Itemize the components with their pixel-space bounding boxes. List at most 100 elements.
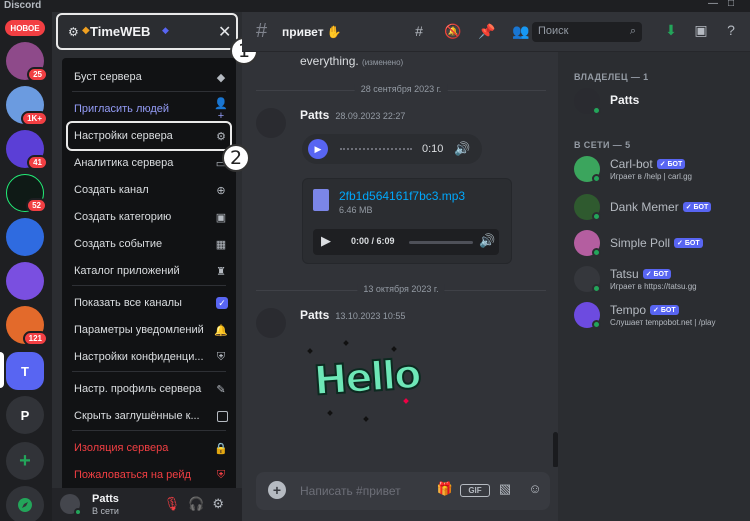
- unread-count: 25: [27, 67, 48, 82]
- message-input[interactable]: Написать #привет: [300, 484, 401, 498]
- server-icon[interactable]: 41: [6, 130, 48, 170]
- menu-item-edit-profile[interactable]: Настр. профиль сервера ✎: [74, 378, 228, 400]
- mute-bell-icon[interactable]: 🔕: [436, 23, 470, 40]
- highlight-server-settings: [66, 121, 232, 151]
- menu-item-create-category[interactable]: Создать категорию ▣: [74, 206, 228, 228]
- menu-item-privacy[interactable]: Настройки конфиденци... ⛨: [74, 346, 228, 368]
- sticker-icon[interactable]: ▧: [490, 481, 520, 497]
- member-item[interactable]: Carl-bot ✓ БОТ Играет в /help | carl.gg: [574, 154, 750, 184]
- date-divider: 28 сентября 2023 г.: [256, 84, 546, 96]
- online-status-icon: [74, 508, 82, 516]
- play-icon[interactable]: ▶: [321, 233, 331, 249]
- menu-divider: [72, 430, 226, 431]
- menu-item-label: Буст сервера: [74, 71, 142, 83]
- menu-item-lockdown[interactable]: Изоляция сервера 🔒: [74, 437, 228, 459]
- plus-icon: +: [19, 449, 31, 472]
- server-icon[interactable]: 1K+: [6, 86, 48, 126]
- user-name: Patts: [92, 493, 119, 505]
- menu-item-hide-muted[interactable]: Скрыть заглушённые к...: [74, 405, 228, 427]
- author-name[interactable]: Patts: [300, 308, 329, 322]
- checkbox-checked-icon[interactable]: ✓: [216, 297, 228, 309]
- member-item[interactable]: Dank Memer ✓ БОТ: [574, 192, 750, 222]
- menu-item-label: Показать все каналы: [74, 297, 182, 309]
- server-icon-timeweb[interactable]: T: [6, 352, 44, 390]
- add-user-icon: 👤+: [214, 97, 228, 122]
- inbox-icon[interactable]: ▣: [686, 22, 716, 39]
- online-status-icon: [592, 212, 601, 221]
- menu-item-notifications[interactable]: Параметры уведомлений 🔔: [74, 319, 228, 341]
- menu-item-label: Аналитика сервера: [74, 157, 174, 169]
- play-button[interactable]: ▶: [308, 139, 328, 159]
- threads-icon[interactable]: #: [402, 23, 436, 39]
- online-status-icon: [592, 284, 601, 293]
- menu-item-create-event[interactable]: Создать событие ▦: [74, 233, 228, 255]
- header-icons-right: ⬇ ▣?: [656, 22, 746, 39]
- pin-icon[interactable]: 📌: [470, 23, 504, 40]
- menu-item-app-directory[interactable]: Каталог приложений ♜: [74, 260, 228, 282]
- menu-item-invite[interactable]: Пригласить людей 👤+: [74, 97, 228, 122]
- message-content: everything. (изменено): [300, 54, 403, 68]
- volume-icon[interactable]: 🔊: [454, 141, 470, 157]
- server-icon[interactable]: [6, 262, 44, 300]
- menu-item-label: Создать событие: [74, 238, 163, 250]
- avatar[interactable]: [256, 108, 286, 138]
- owner-section-header: ВЛАДЕЛЕЦ — 1: [574, 72, 649, 82]
- hello-sticker[interactable]: Hello: [304, 337, 422, 427]
- search-input[interactable]: Поиск ⌕: [532, 22, 642, 42]
- gif-button[interactable]: GIF: [460, 481, 490, 497]
- sticker-sparkle: [343, 340, 349, 346]
- menu-item-boost[interactable]: Буст сервера ◆: [74, 66, 228, 88]
- add-circle-icon: ⊕: [216, 184, 226, 197]
- server-icon[interactable]: 52: [6, 174, 47, 213]
- menu-item-label: Создать категорию: [74, 211, 172, 223]
- search-placeholder: Поиск: [538, 25, 569, 37]
- menu-item-show-all-channels[interactable]: Показать все каналы ✓: [74, 292, 228, 314]
- server-icon[interactable]: 121: [6, 306, 48, 346]
- menu-item-report-raid[interactable]: Пожаловаться на рейд ⛨: [74, 464, 228, 486]
- server-icon[interactable]: 25: [6, 42, 48, 82]
- server-icon[interactable]: P: [6, 396, 44, 434]
- window-controls[interactable]: —□: [708, 0, 744, 9]
- member-item-owner[interactable]: Patts: [574, 86, 750, 116]
- date-label: 13 октября 2023 г.: [357, 284, 445, 294]
- emoji-icon[interactable]: ☺: [520, 481, 550, 496]
- explore-button[interactable]: [6, 486, 44, 521]
- member-item[interactable]: Tatsu ✓ БОТ Играет в https://tatsu.gg: [574, 264, 750, 294]
- pencil-icon: ✎: [216, 383, 226, 396]
- selected-indicator: [0, 352, 4, 388]
- menu-item-analytics[interactable]: Аналитика сервера ▭: [74, 152, 228, 174]
- gear-icon[interactable]: ⚙: [212, 496, 232, 511]
- add-attachment-button[interactable]: +: [268, 481, 286, 499]
- gif-label: GIF: [460, 484, 490, 497]
- timestamp: 28.09.2023 22:27: [335, 111, 406, 121]
- download-icon[interactable]: ⬇: [656, 22, 686, 39]
- menu-item-label: Настройки конфиденци...: [74, 351, 204, 363]
- message-composer: + Написать #привет 🎁 GIF ▧ ☺: [256, 472, 550, 510]
- menu-item-create-channel[interactable]: Создать канал ⊕: [74, 179, 228, 201]
- user-panel: Patts В сети 🎙🎧⚙: [52, 488, 242, 521]
- message-header: Patts 13.10.2023 10:55: [300, 308, 405, 322]
- help-icon[interactable]: ?: [716, 22, 746, 38]
- server-icon[interactable]: [6, 218, 44, 256]
- online-status-icon: [592, 174, 601, 183]
- avatar[interactable]: [256, 308, 286, 338]
- add-server-button[interactable]: +: [6, 442, 44, 480]
- new-badge[interactable]: НОВОЕ: [5, 20, 45, 36]
- robot-icon: ♜: [216, 265, 226, 278]
- message-list: everything. (изменено) 28 сентября 2023 …: [242, 52, 558, 467]
- progress-bar[interactable]: [409, 241, 473, 244]
- volume-icon[interactable]: 🔊: [479, 233, 495, 249]
- file-name[interactable]: 2fb1d564161f7bc3.mp3: [339, 189, 465, 203]
- member-item[interactable]: Tempo ✓ БОТ Слушает tempobot.net | /play: [574, 300, 750, 330]
- author-name[interactable]: Patts: [300, 108, 329, 122]
- headphones-icon[interactable]: 🎧: [188, 496, 212, 511]
- date-label: 28 сентября 2023 г.: [354, 84, 448, 94]
- menu-item-label: Настр. профиль сервера: [74, 383, 202, 395]
- member-item[interactable]: Simple Poll ✓ БОТ: [574, 228, 750, 258]
- waveform[interactable]: [340, 148, 412, 150]
- minimize-button[interactable]: —: [708, 0, 728, 9]
- checkbox-unchecked-icon[interactable]: [217, 410, 228, 422]
- mic-muted-icon[interactable]: 🎙: [164, 496, 189, 511]
- maximize-button[interactable]: □: [728, 0, 744, 9]
- gift-icon[interactable]: 🎁: [430, 481, 460, 497]
